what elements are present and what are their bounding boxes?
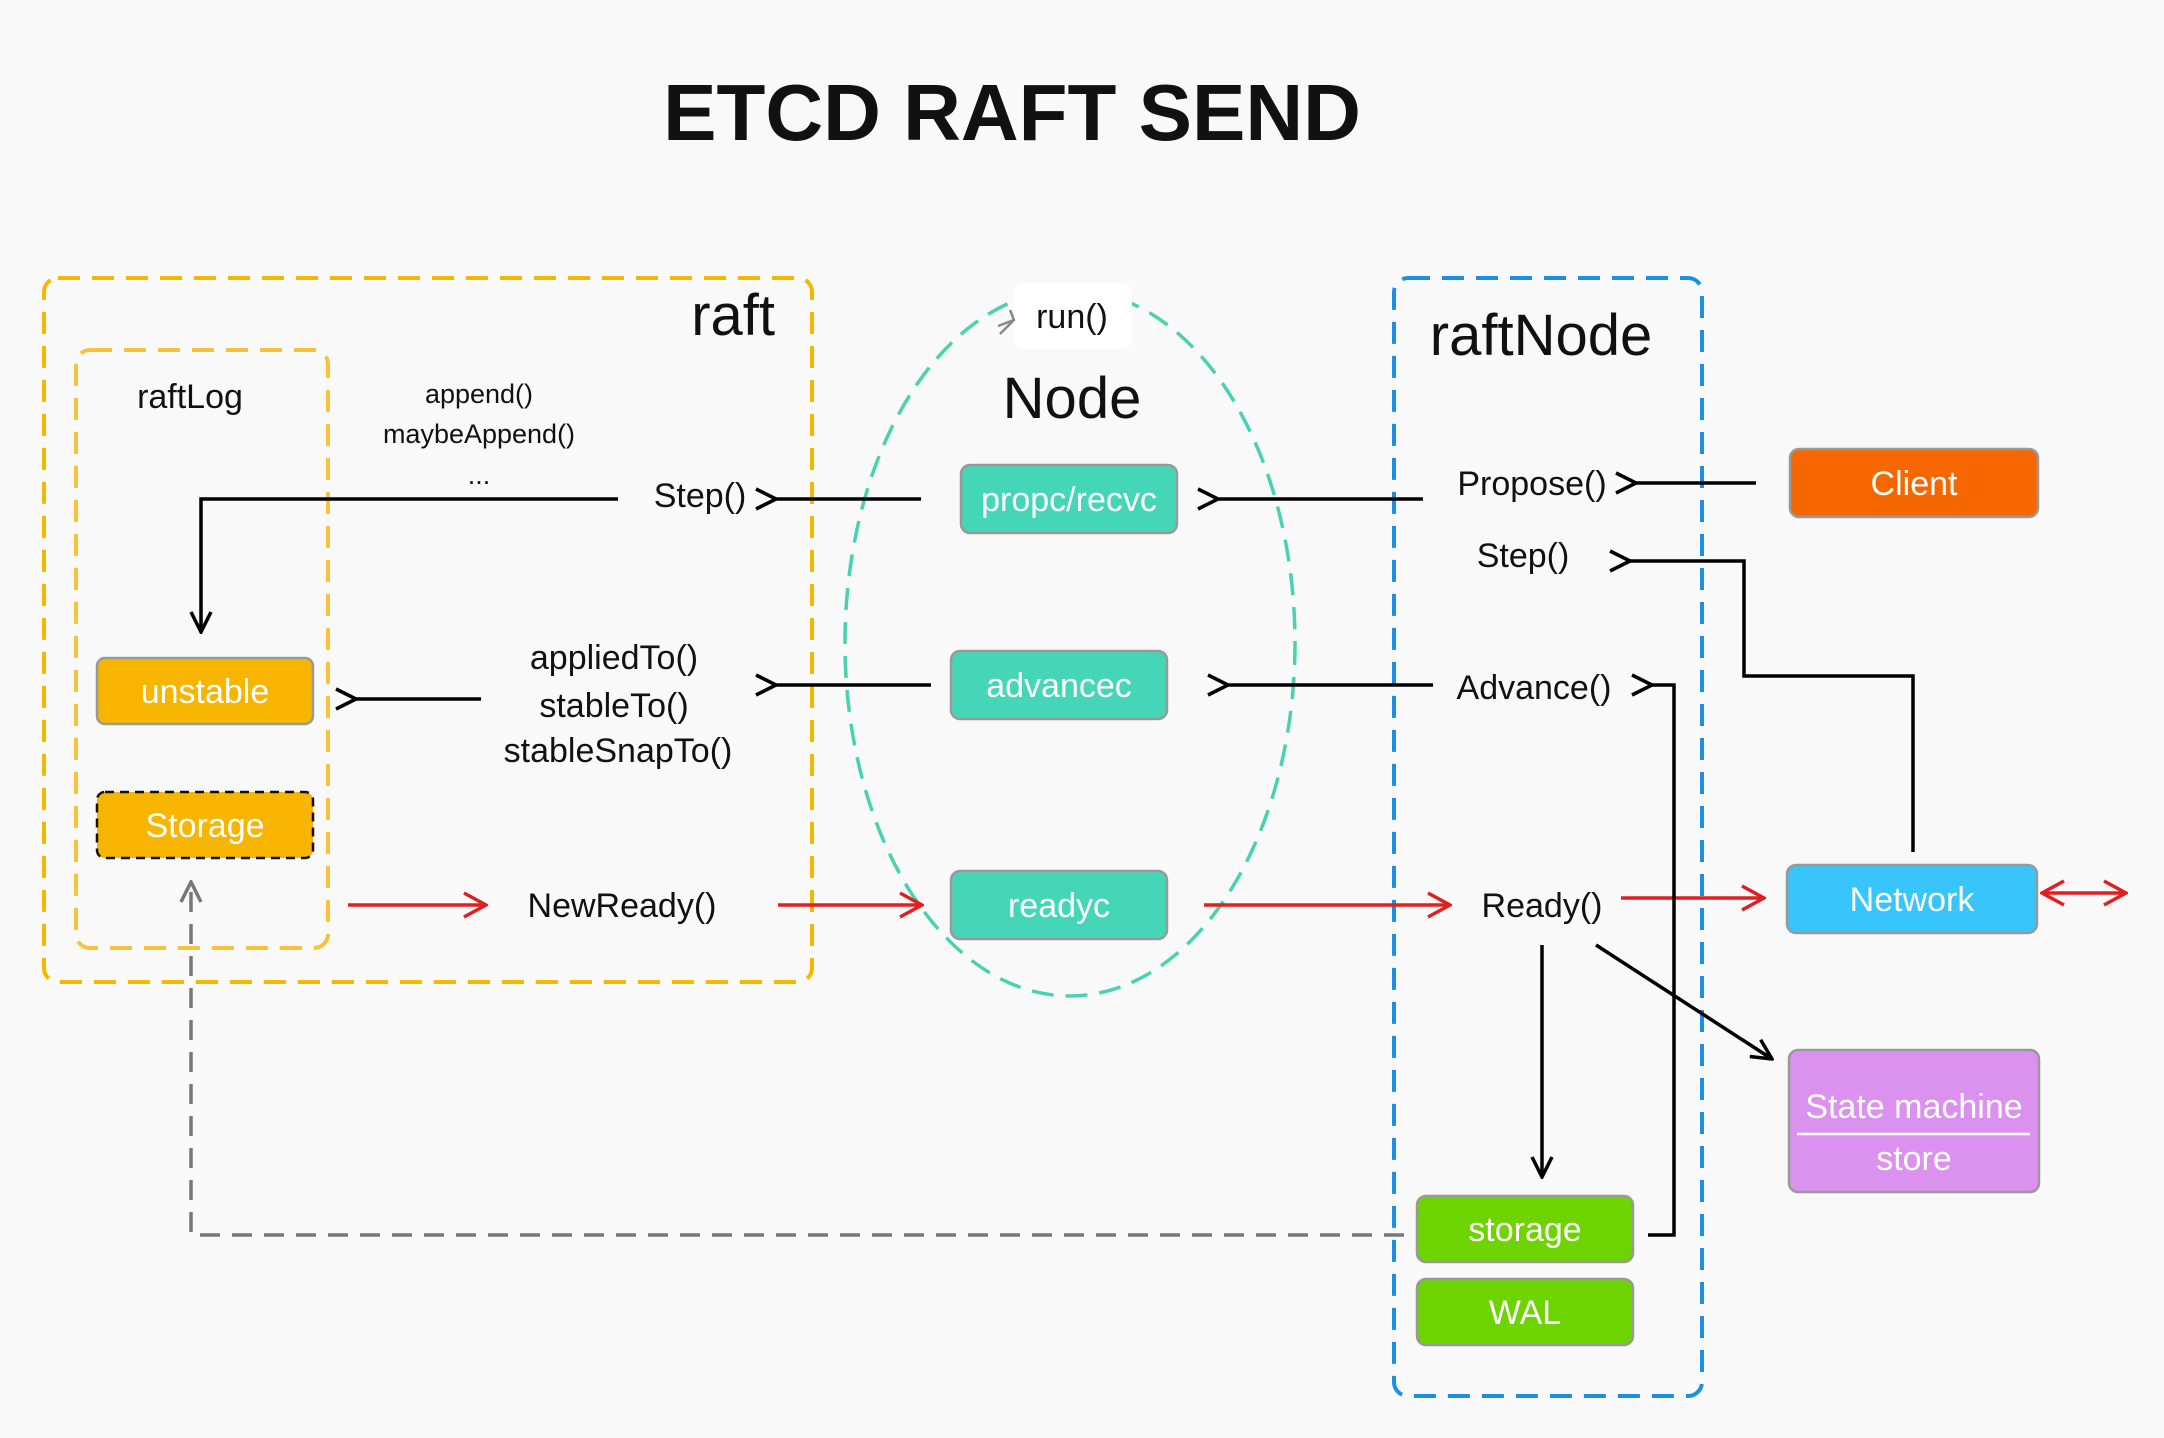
storage-label: storage: [1468, 1211, 1581, 1249]
storage-to-advance-arrow: [1648, 685, 1676, 1237]
append-method: append(): [425, 379, 533, 409]
applied-to-method: appliedTo(): [530, 639, 698, 677]
stable-to-method: stableTo(): [539, 687, 688, 725]
store-label: store: [1876, 1140, 1952, 1178]
diagram-title: ETCD RAFT SEND: [663, 68, 1361, 157]
readyc-label: readyc: [1008, 887, 1110, 925]
ellipsis-method: ...: [468, 460, 491, 490]
client-label: Client: [1871, 465, 1958, 503]
raftnode-label: raftNode: [1430, 303, 1652, 368]
run-label: run(): [1036, 298, 1108, 336]
new-ready-label: NewReady(): [528, 887, 717, 925]
storage-interface-label: Storage: [145, 807, 264, 845]
ready-to-state-machine-arrow: [1595, 943, 1772, 1059]
raftnode-step-label: Step(): [1477, 537, 1570, 575]
ready-label: Ready(): [1482, 887, 1603, 925]
unstable-label: unstable: [141, 673, 270, 711]
node-label: Node: [1003, 366, 1142, 431]
propose-label: Propose(): [1457, 465, 1606, 503]
step-to-unstable-arrow: [201, 497, 618, 632]
storage-to-raftlog-storage-arrow: [191, 882, 1404, 1237]
run-loop-arrowhead: [997, 309, 1016, 335]
raft-send-diagram: ETCD RAFT SEND raft raftLog unstable Sto…: [42, 68, 2164, 1398]
network-label: Network: [1850, 881, 1976, 919]
raft-step-label: Step(): [654, 477, 747, 515]
stable-snap-to-method: stableSnapTo(): [504, 732, 733, 770]
wal-label: WAL: [1489, 1294, 1561, 1332]
raft-label: raft: [691, 283, 775, 348]
raftlog-label: raftLog: [137, 378, 243, 416]
advance-label: Advance(): [1457, 669, 1612, 707]
maybe-append-method: maybeAppend(): [383, 419, 575, 449]
state-machine-label: State machine: [1805, 1088, 2022, 1126]
propc-recvc-label: propc/recvc: [981, 481, 1157, 519]
advancec-label: advancec: [986, 667, 1132, 705]
